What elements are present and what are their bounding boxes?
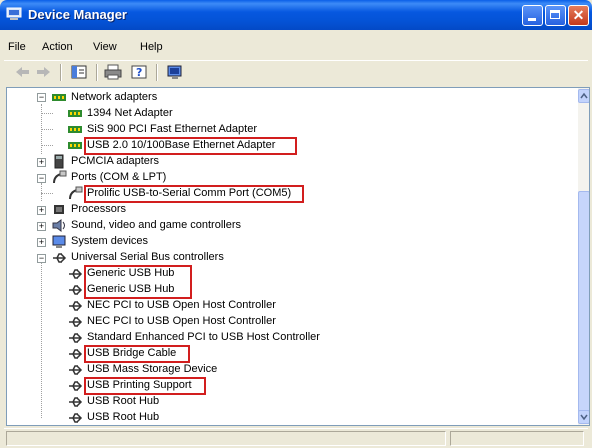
help-icon[interactable]: ? — [130, 64, 148, 80]
device-label: 1394 Net Adapter — [87, 107, 173, 119]
properties-icon[interactable] — [70, 64, 88, 80]
device-label: USB Root Hub — [87, 411, 160, 423]
tree-line — [41, 145, 53, 147]
maximize-button[interactable] — [545, 5, 566, 26]
network-adapter-icon — [68, 142, 82, 149]
highlight-box — [84, 265, 192, 299]
minimize-button[interactable] — [522, 5, 543, 26]
menu-help[interactable]: Help — [140, 38, 163, 56]
title-bar[interactable]: Device Manager ✕ — [0, 0, 592, 30]
speaker-icon — [52, 219, 65, 232]
usb-icon — [69, 317, 83, 327]
highlight-box — [84, 377, 206, 395]
usb-icon — [69, 333, 83, 343]
sound-label: Sound, video and game controllers — [71, 219, 241, 231]
highlight-box — [84, 137, 297, 155]
processor-icon — [54, 205, 64, 214]
expand-sound[interactable]: + — [37, 222, 46, 231]
menu-file[interactable]: File — [8, 38, 26, 56]
device-label: Standard Enhanced PCI to USB Host Contro… — [87, 331, 320, 343]
chevron-up-icon — [580, 92, 588, 99]
scroll-down-button[interactable] — [578, 410, 589, 424]
print-icon[interactable] — [104, 64, 122, 80]
usb-icon — [69, 285, 83, 295]
tree-line — [41, 113, 53, 115]
device-tree[interactable]: − Network adapters 1394 Net Adapter SiS … — [6, 87, 590, 426]
svg-text:?: ? — [136, 66, 142, 79]
port-icon — [53, 170, 67, 184]
expand-pcmcia-adapters[interactable]: + — [37, 158, 46, 167]
close-button[interactable]: ✕ — [568, 5, 589, 26]
processors-label: Processors — [71, 203, 127, 215]
tree-line — [41, 263, 43, 418]
close-icon: ✕ — [572, 7, 585, 23]
port-icon — [69, 186, 83, 200]
usb-controllers-label: Universal Serial Bus controllers — [71, 251, 224, 263]
scan-hardware-icon[interactable] — [166, 64, 184, 80]
pcmcia-icon — [54, 154, 64, 169]
usb-icon — [69, 269, 83, 279]
system-device-icon — [52, 235, 66, 248]
system-devices-label: System devices — [71, 235, 149, 247]
network-adapter-icon — [68, 110, 82, 117]
scroll-up-button[interactable] — [578, 89, 589, 103]
toolbar-separator — [96, 64, 98, 81]
ports-label: Ports (COM & LPT) — [71, 171, 167, 183]
usb-icon — [69, 381, 83, 391]
highlight-box — [84, 185, 304, 203]
device-manager-icon — [6, 7, 22, 20]
scroll-thumb[interactable] — [578, 191, 589, 413]
toolbar-separator — [156, 64, 158, 81]
usb-icon — [69, 365, 83, 375]
minimize-icon — [528, 18, 536, 21]
usb-icon — [69, 397, 83, 407]
menu-action[interactable]: Action — [42, 38, 73, 56]
device-label: NEC PCI to USB Open Host Controller — [87, 299, 276, 311]
status-pane — [450, 431, 584, 446]
menu-view[interactable]: View — [93, 38, 117, 56]
expand-system-devices[interactable]: + — [37, 238, 46, 247]
expand-processors[interactable]: + — [37, 206, 46, 215]
chevron-down-icon — [580, 414, 588, 421]
tree-line — [41, 183, 43, 201]
device-label: USB Mass Storage Device — [87, 363, 218, 375]
toolbar: ? — [4, 60, 588, 85]
collapse-network-adapters[interactable]: − — [37, 93, 46, 102]
device-label: SiS 900 PCI Fast Ethernet Adapter — [87, 123, 257, 135]
collapse-usb-controllers[interactable]: − — [37, 254, 46, 263]
usb-icon — [69, 301, 83, 311]
status-pane — [6, 431, 446, 446]
collapse-ports[interactable]: − — [37, 174, 46, 183]
tree-line — [41, 129, 53, 131]
status-bar — [4, 428, 588, 447]
window-title: Device Manager — [28, 7, 127, 22]
device-label: NEC PCI to USB Open Host Controller — [87, 315, 276, 327]
usb-icon — [69, 349, 83, 359]
network-adapter-icon — [68, 126, 82, 133]
maximize-icon — [550, 10, 560, 19]
usb-icon — [53, 253, 67, 263]
vertical-scrollbar[interactable] — [578, 88, 589, 425]
forward-icon[interactable] — [34, 64, 52, 80]
device-manager-window: Device Manager ✕ File Action View Help ?… — [0, 0, 592, 448]
device-label: USB Root Hub — [87, 395, 160, 407]
usb-icon — [69, 413, 83, 423]
network-adapters-label: Network adapters — [71, 91, 158, 103]
back-icon[interactable] — [14, 64, 32, 80]
pcmcia-label: PCMCIA adapters — [71, 155, 160, 167]
network-adapter-icon — [52, 94, 66, 101]
tree-line — [41, 193, 53, 195]
highlight-box — [84, 345, 190, 363]
toolbar-separator — [60, 64, 62, 81]
